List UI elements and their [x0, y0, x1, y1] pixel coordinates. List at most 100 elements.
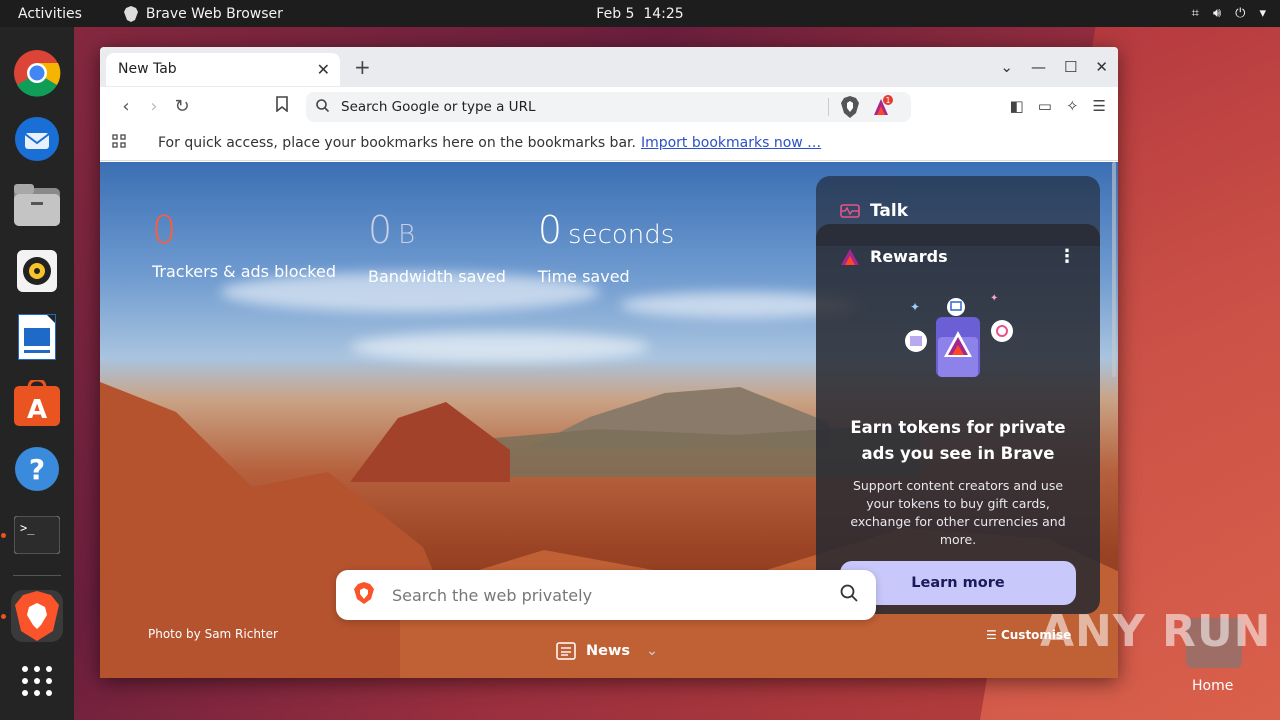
brave-icon: [15, 591, 59, 641]
time-value: 0: [537, 208, 563, 252]
rewards-badge-icon[interactable]: 1: [871, 95, 895, 121]
rewards-label: Rewards: [870, 247, 948, 266]
more-options-icon[interactable]: ⋮: [1058, 246, 1076, 267]
search-placeholder: Search the web privately: [392, 585, 593, 605]
clock[interactable]: Feb 5 14:25: [596, 6, 683, 22]
leo-ai-icon[interactable]: ✧: [1066, 97, 1079, 115]
terminal-icon: >_: [14, 516, 60, 554]
dock-chrome[interactable]: [11, 47, 63, 99]
apps-grid-icon[interactable]: [112, 133, 132, 152]
divider: [828, 98, 829, 116]
bookmarks-bar: For quick access, place your bookmarks h…: [100, 125, 1118, 161]
bandwidth-value: 0: [367, 208, 393, 252]
cloud: [350, 332, 650, 362]
reload-button[interactable]: ↻: [168, 96, 196, 117]
chevron-down-icon: ⌄: [646, 643, 659, 659]
time-label: Time saved: [537, 267, 630, 286]
power-icon: ⏻: [1235, 6, 1246, 21]
show-apps-button[interactable]: [20, 664, 54, 702]
dock-brave[interactable]: [1, 590, 63, 642]
background-rock: [350, 402, 510, 482]
video-camera-icon: [840, 204, 860, 218]
forward-button[interactable]: ›: [140, 96, 168, 117]
rewards-title: Earn tokens for private ads you see in B…: [850, 418, 1066, 463]
search-icon[interactable]: [840, 584, 858, 606]
dock-app-center[interactable]: A: [11, 377, 63, 429]
news-button[interactable]: News ⌄: [556, 642, 658, 660]
import-bookmarks-link[interactable]: Import bookmarks now …: [641, 135, 821, 151]
bandwidth-unit: B: [398, 220, 416, 250]
help-icon: ?: [15, 447, 59, 491]
menu-icon[interactable]: ☰: [1093, 97, 1106, 115]
back-button[interactable]: ‹: [112, 96, 140, 117]
dock-help[interactable]: ?: [11, 443, 63, 495]
time-unit: seconds: [568, 220, 675, 250]
app-grid-icon: [22, 666, 52, 696]
clock-date: Feb 5: [596, 5, 635, 22]
dock-rhythmbox[interactable]: [11, 245, 63, 297]
new-tab-button[interactable]: +: [354, 55, 371, 79]
toolbar-right: ◧ ▭ ✧ ☰: [1010, 87, 1106, 125]
svg-text:?: ?: [29, 453, 45, 486]
brave-search-icon: [354, 582, 374, 608]
dock: A ? >_: [0, 27, 74, 720]
app-center-icon: A: [14, 380, 60, 426]
sliders-icon: ☰: [986, 628, 997, 642]
running-indicator: [1, 533, 6, 538]
rewards-illustration: ✦ ✦: [898, 289, 1018, 389]
stat-bandwidth: 0B Bandwidth saved: [368, 210, 506, 286]
web-search-box[interactable]: Search the web privately: [336, 570, 876, 620]
address-bar[interactable]: Search Google or type a URL 1: [306, 92, 911, 122]
bookmark-icon[interactable]: [276, 96, 288, 116]
network-icon: ⌗: [1191, 6, 1199, 21]
chrome-icon: [14, 50, 61, 97]
photo-credit[interactable]: Photo by Sam Richter: [148, 627, 278, 641]
privacy-stats: 0 Trackers & ads blocked 0B Bandwidth sa…: [152, 210, 674, 286]
app-name-label: Brave Web Browser: [145, 5, 283, 22]
close-icon[interactable]: ✕: [317, 60, 330, 79]
app-menu[interactable]: Brave Web Browser: [123, 5, 283, 22]
clock-time: 14:25: [643, 5, 684, 22]
widget-panel: Talk Rewards ⋮ ✦ ✦ Earn tokens for priva…: [816, 176, 1100, 614]
maximize-button[interactable]: ☐: [1064, 58, 1077, 76]
volume-icon: 🔊︎: [1212, 6, 1222, 21]
tab-title: New Tab: [118, 61, 177, 77]
svg-text:>_: >_: [20, 521, 35, 535]
activities-button[interactable]: Activities: [0, 6, 100, 22]
wallet-icon[interactable]: ▭: [1038, 97, 1052, 115]
dock-terminal[interactable]: >_: [1, 509, 63, 561]
svg-text:A: A: [27, 395, 47, 425]
home-folder-label[interactable]: Home: [1192, 678, 1233, 694]
news-label: News: [586, 643, 630, 659]
close-window-button[interactable]: ✕: [1095, 58, 1108, 76]
watermark: ANY RUN: [1040, 606, 1272, 657]
newspaper-icon: [556, 642, 576, 660]
dock-files[interactable]: [11, 179, 63, 231]
address-placeholder: Search Google or type a URL: [341, 99, 536, 115]
dock-thunderbird[interactable]: [11, 113, 63, 165]
stat-time: 0 seconds Time saved: [538, 210, 674, 286]
writer-icon: [18, 314, 56, 360]
talk-label: Talk: [870, 201, 909, 221]
bookmarks-hint: For quick access, place your bookmarks h…: [158, 134, 636, 151]
brave-lion-icon: [123, 5, 138, 22]
bat-triangle-icon: [841, 248, 859, 265]
trackers-label: Trackers & ads blocked: [152, 262, 336, 281]
tab-search-icon[interactable]: ⌄: [1000, 58, 1013, 76]
system-tray[interactable]: ⌗ 🔊︎ ⏻ ▾: [1192, 6, 1266, 21]
sidebar-toggle-icon[interactable]: ◧: [1010, 97, 1024, 115]
browser-window: New Tab ✕ + ⌄ — ☐ ✕ ‹ › ↻ Search Google …: [100, 47, 1118, 678]
new-tab-page: 0 Trackers & ads blocked 0B Bandwidth sa…: [100, 162, 1118, 678]
minimize-button[interactable]: —: [1031, 58, 1046, 76]
brave-shields-icon[interactable]: [841, 96, 859, 122]
svg-text:✦: ✦: [990, 293, 998, 304]
tab-strip: New Tab ✕ + ⌄ — ☐ ✕: [100, 47, 1118, 87]
search-icon: [316, 98, 330, 116]
scrollbar[interactable]: [1112, 162, 1116, 377]
tab-new-tab[interactable]: New Tab ✕: [106, 52, 340, 86]
bandwidth-label: Bandwidth saved: [367, 267, 506, 286]
thunderbird-icon: [15, 117, 59, 161]
dock-writer[interactable]: [11, 311, 63, 363]
toolbar: ‹ › ↻ Search Google or type a URL 1 ◧ ▭ …: [100, 87, 1118, 125]
stat-trackers: 0 Trackers & ads blocked: [152, 210, 336, 286]
